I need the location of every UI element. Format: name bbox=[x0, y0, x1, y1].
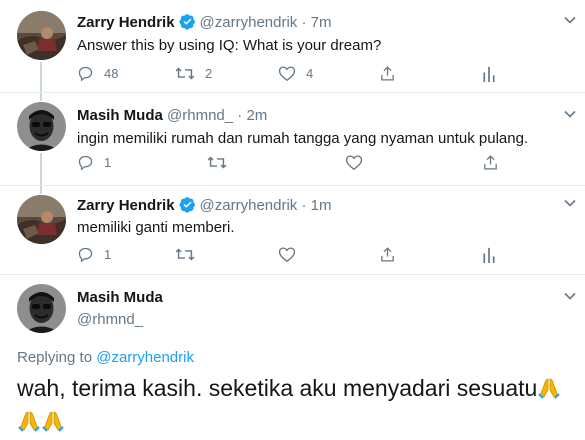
main-tweet-body: wah, terima kasih. seketika aku menyadar… bbox=[17, 375, 538, 401]
chevron-down-icon[interactable] bbox=[563, 289, 577, 308]
analytics-icon bbox=[482, 65, 496, 82]
share-icon bbox=[379, 65, 396, 82]
heart-icon bbox=[278, 246, 296, 263]
share-button[interactable] bbox=[379, 246, 396, 263]
tweet-actions: 48 2 4 bbox=[77, 65, 507, 85]
thread-line bbox=[40, 62, 42, 92]
author-handle[interactable]: @rhmnd_ bbox=[167, 107, 233, 124]
tweet-actions: 1 bbox=[77, 154, 507, 174]
avatar-zarry-hendrik[interactable] bbox=[17, 195, 66, 244]
author-name[interactable]: Masih Muda bbox=[77, 289, 163, 306]
thread-line bbox=[40, 93, 42, 101]
reply-button[interactable]: 1 bbox=[77, 246, 111, 263]
share-button[interactable] bbox=[482, 154, 499, 171]
reply-icon bbox=[77, 154, 94, 171]
author-name[interactable]: Masih Muda bbox=[77, 107, 163, 124]
timestamp[interactable]: 7m bbox=[311, 14, 332, 31]
retweet-button[interactable]: 2 bbox=[175, 65, 212, 82]
thread-line bbox=[40, 153, 42, 185]
tweet-text: ingin memiliki rumah dan rumah tangga ya… bbox=[77, 130, 529, 147]
replying-to-mention[interactable]: @zarryhendrik bbox=[96, 349, 194, 366]
folded-hands-emoji bbox=[41, 409, 65, 440]
tweet-3[interactable]: Zarry Hendrik @zarryhendrik · 1m memiliki… bbox=[0, 186, 585, 274]
separator-dot: · bbox=[237, 107, 243, 124]
avatar-masih-muda[interactable] bbox=[17, 102, 66, 151]
author-name-block: Masih Muda bbox=[77, 289, 163, 306]
tweet-actions: 1 bbox=[77, 246, 507, 266]
retweet-icon bbox=[175, 246, 195, 263]
author-handle[interactable]: @zarryhendrik bbox=[200, 197, 298, 214]
folded-hands-emoji bbox=[17, 409, 41, 440]
author-handle[interactable]: @rhmnd_ bbox=[77, 311, 143, 328]
tweet-header: Zarry Hendrik @zarryhendrik · 1m bbox=[77, 196, 332, 217]
retweet-icon bbox=[175, 65, 195, 82]
share-button[interactable] bbox=[379, 65, 396, 82]
replying-to: Replying to @zarryhendrik bbox=[17, 349, 194, 366]
separator-dot: · bbox=[301, 14, 307, 31]
avatar-zarry-hendrik[interactable] bbox=[17, 11, 66, 60]
author-handle-block: @rhmnd_ bbox=[77, 311, 143, 328]
reply-count: 48 bbox=[104, 66, 119, 81]
reply-icon bbox=[77, 65, 94, 82]
chevron-down-icon[interactable] bbox=[563, 196, 577, 215]
tweet-text: Answer this by using IQ: What is your dr… bbox=[77, 37, 382, 54]
like-button[interactable] bbox=[278, 246, 296, 263]
heart-icon bbox=[345, 154, 363, 171]
retweet-button[interactable] bbox=[207, 154, 227, 171]
tweet-header: Zarry Hendrik @zarryhendrik · 7m bbox=[77, 13, 332, 34]
tweet-header: Masih Muda @rhmnd_ · 2m bbox=[77, 107, 267, 124]
tweet-1[interactable]: Zarry Hendrik @zarryhendrik · 7m Answer t… bbox=[0, 0, 585, 92]
share-icon bbox=[482, 154, 499, 171]
share-icon bbox=[379, 246, 396, 263]
retweet-button[interactable] bbox=[175, 246, 195, 263]
reply-count: 1 bbox=[104, 155, 112, 170]
chevron-down-icon[interactable] bbox=[563, 13, 577, 32]
reply-button[interactable]: 1 bbox=[77, 154, 111, 171]
main-tweet-text: wah, terima kasih. seketika aku menyadar… bbox=[17, 374, 582, 440]
avatar-masih-muda[interactable] bbox=[17, 284, 66, 333]
timestamp[interactable]: 2m bbox=[246, 107, 267, 124]
reply-count: 1 bbox=[104, 247, 112, 262]
like-button[interactable]: 4 bbox=[278, 65, 313, 82]
tweet-text: memiliki ganti memberi. bbox=[77, 219, 235, 236]
reply-icon bbox=[77, 246, 94, 263]
reply-button[interactable]: 48 bbox=[77, 65, 118, 82]
author-name[interactable]: Zarry Hendrik bbox=[77, 14, 175, 31]
retweet-icon bbox=[207, 154, 227, 171]
analytics-icon bbox=[482, 246, 496, 263]
verified-badge-icon bbox=[179, 196, 196, 217]
replying-to-label: Replying to bbox=[17, 349, 93, 366]
analytics-button[interactable] bbox=[482, 65, 496, 82]
separator-dot: · bbox=[301, 197, 307, 214]
analytics-button[interactable] bbox=[482, 246, 496, 263]
retweet-count: 2 bbox=[205, 66, 213, 81]
heart-icon bbox=[278, 65, 296, 82]
timestamp[interactable]: 1m bbox=[311, 197, 332, 214]
author-handle[interactable]: @zarryhendrik bbox=[200, 14, 298, 31]
chevron-down-icon[interactable] bbox=[563, 107, 577, 126]
like-button[interactable] bbox=[345, 154, 363, 171]
thread-line bbox=[40, 186, 42, 194]
like-count: 4 bbox=[306, 66, 314, 81]
folded-hands-emoji bbox=[537, 376, 561, 407]
tweet-2[interactable]: Masih Muda @rhmnd_ · 2m ingin memiliki r… bbox=[0, 93, 585, 185]
author-name[interactable]: Zarry Hendrik bbox=[77, 197, 175, 214]
verified-badge-icon bbox=[179, 13, 196, 34]
